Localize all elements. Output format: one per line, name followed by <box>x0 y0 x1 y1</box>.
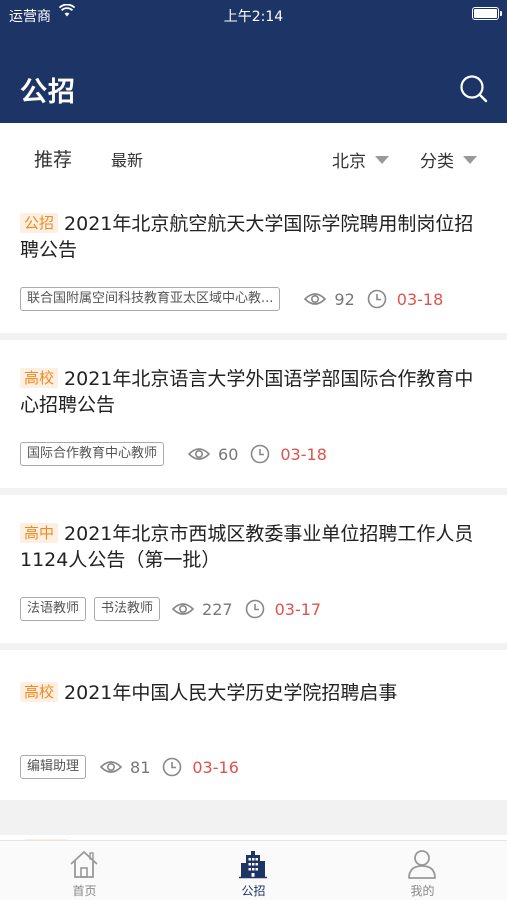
home-icon <box>70 851 98 878</box>
position-tag: 法语教师 <box>20 597 87 621</box>
tab-home[interactable]: 首页 <box>0 841 169 900</box>
job-card[interactable]: 高校 2021年中国人民大学历史学院招聘启事 编辑助理 81 03-16 <box>0 650 507 800</box>
bottom-tab-bar: 首页 公招 我的 <box>0 840 507 900</box>
tab-jobs-label: 公招 <box>241 884 266 898</box>
job-title: 高中 2021年北京市西城区教委事业单位招聘工作人员1124人公告（第一批） <box>20 521 491 573</box>
job-title-text: 2021年北京语言大学外国语学部国际合作教育中心招聘公告 <box>20 368 474 416</box>
status-time: 上午2:14 <box>223 9 284 25</box>
job-card[interactable]: 高校 2021年北京语言大学外国语学部国际合作教育中心招聘公告 国际合作教育中心教… <box>0 340 507 488</box>
tab-latest[interactable]: 最新 <box>111 147 143 171</box>
view-count: 60 <box>218 444 239 464</box>
eye-icon <box>172 603 195 615</box>
caret-down-icon <box>375 155 389 164</box>
category-badge: 高校 <box>20 682 59 702</box>
category-badge: 高校 <box>20 368 59 388</box>
job-title: 高校 2021年北京语言大学外国语学部国际合作教育中心招聘公告 <box>20 366 491 418</box>
tab-profile-label: 我的 <box>410 884 435 898</box>
job-meta: 国际合作教育中心教师 60 03-18 <box>20 441 491 467</box>
region-dropdown[interactable]: 北京 <box>332 147 389 172</box>
battery-icon <box>472 7 502 20</box>
job-list[interactable]: 公招 2021年北京航空航天大学国际学院聘用制岗位招聘公告 联合国附属空间科技教育… <box>0 185 507 840</box>
filter-bar: 推荐 最新 北京 分类 <box>0 123 507 185</box>
job-title-text: 2021年北京航空航天大学国际学院聘用制岗位招聘公告 <box>20 213 474 261</box>
tab-profile[interactable]: 我的 <box>338 841 507 900</box>
caret-down-icon <box>463 155 477 164</box>
status-bar: 运营商 上午2:14 <box>0 0 507 30</box>
category-badge: 高中 <box>20 523 59 543</box>
position-tag: 书法教师 <box>94 597 161 621</box>
publish-date: 03-17 <box>274 599 322 619</box>
job-title: 高校 2021年中国人民大学历史学院招聘启事 <box>20 680 491 706</box>
eye-icon <box>100 761 123 773</box>
category-badge: 公招 <box>20 213 59 233</box>
tab-jobs[interactable]: 公招 <box>169 841 338 900</box>
clock-icon <box>367 289 387 309</box>
building-icon <box>239 851 267 879</box>
eye-icon <box>188 448 211 460</box>
view-count: 92 <box>334 289 355 309</box>
publish-date: 03-18 <box>396 289 444 309</box>
job-title: 公招 2021年北京航空航天大学国际学院聘用制岗位招聘公告 <box>20 211 491 263</box>
job-card[interactable]: 高中 2021年北京市西城区教委事业单位招聘工作人员1124人公告（第一批） 法语… <box>0 495 507 643</box>
category-label: 分类 <box>420 152 454 172</box>
category-dropdown[interactable]: 分类 <box>420 147 477 172</box>
publish-date: 03-16 <box>192 757 239 777</box>
clock-icon <box>163 757 182 777</box>
view-count: 81 <box>130 757 151 777</box>
search-icon[interactable] <box>459 74 489 104</box>
region-label: 北京 <box>332 152 366 172</box>
page-title: 公招 <box>20 77 76 108</box>
job-title-text: 2021年中国人民大学历史学院招聘启事 <box>64 682 398 704</box>
job-meta: 编辑助理 81 03-16 <box>20 754 491 780</box>
position-tag: 国际合作教育中心教师 <box>20 442 165 466</box>
job-meta: 联合国附属空间科技教育亚太区域中心教... 92 03-18 <box>20 286 491 312</box>
clock-icon <box>245 599 264 619</box>
clock-icon <box>251 444 270 464</box>
job-title-text: 2021年北京市西城区教委事业单位招聘工作人员1124人公告（第一批） <box>20 523 474 571</box>
publish-date: 03-18 <box>280 444 327 464</box>
eye-icon <box>304 293 327 305</box>
user-icon <box>408 850 436 879</box>
position-tag: 联合国附属空间科技教育亚太区域中心教... <box>20 287 281 311</box>
position-tag: 编辑助理 <box>20 755 87 779</box>
job-card[interactable]: 公招 2021年北京航空航天大学国际学院聘用制岗位招聘公告 联合国附属空间科技教育… <box>0 185 507 333</box>
tab-home-label: 首页 <box>72 884 97 898</box>
app-header: 运营商 上午2:14 公招 <box>0 0 507 123</box>
job-meta: 法语教师 书法教师 227 03-17 <box>20 596 491 622</box>
view-count: 227 <box>202 599 233 619</box>
tab-recommended[interactable]: 推荐 <box>34 145 72 172</box>
